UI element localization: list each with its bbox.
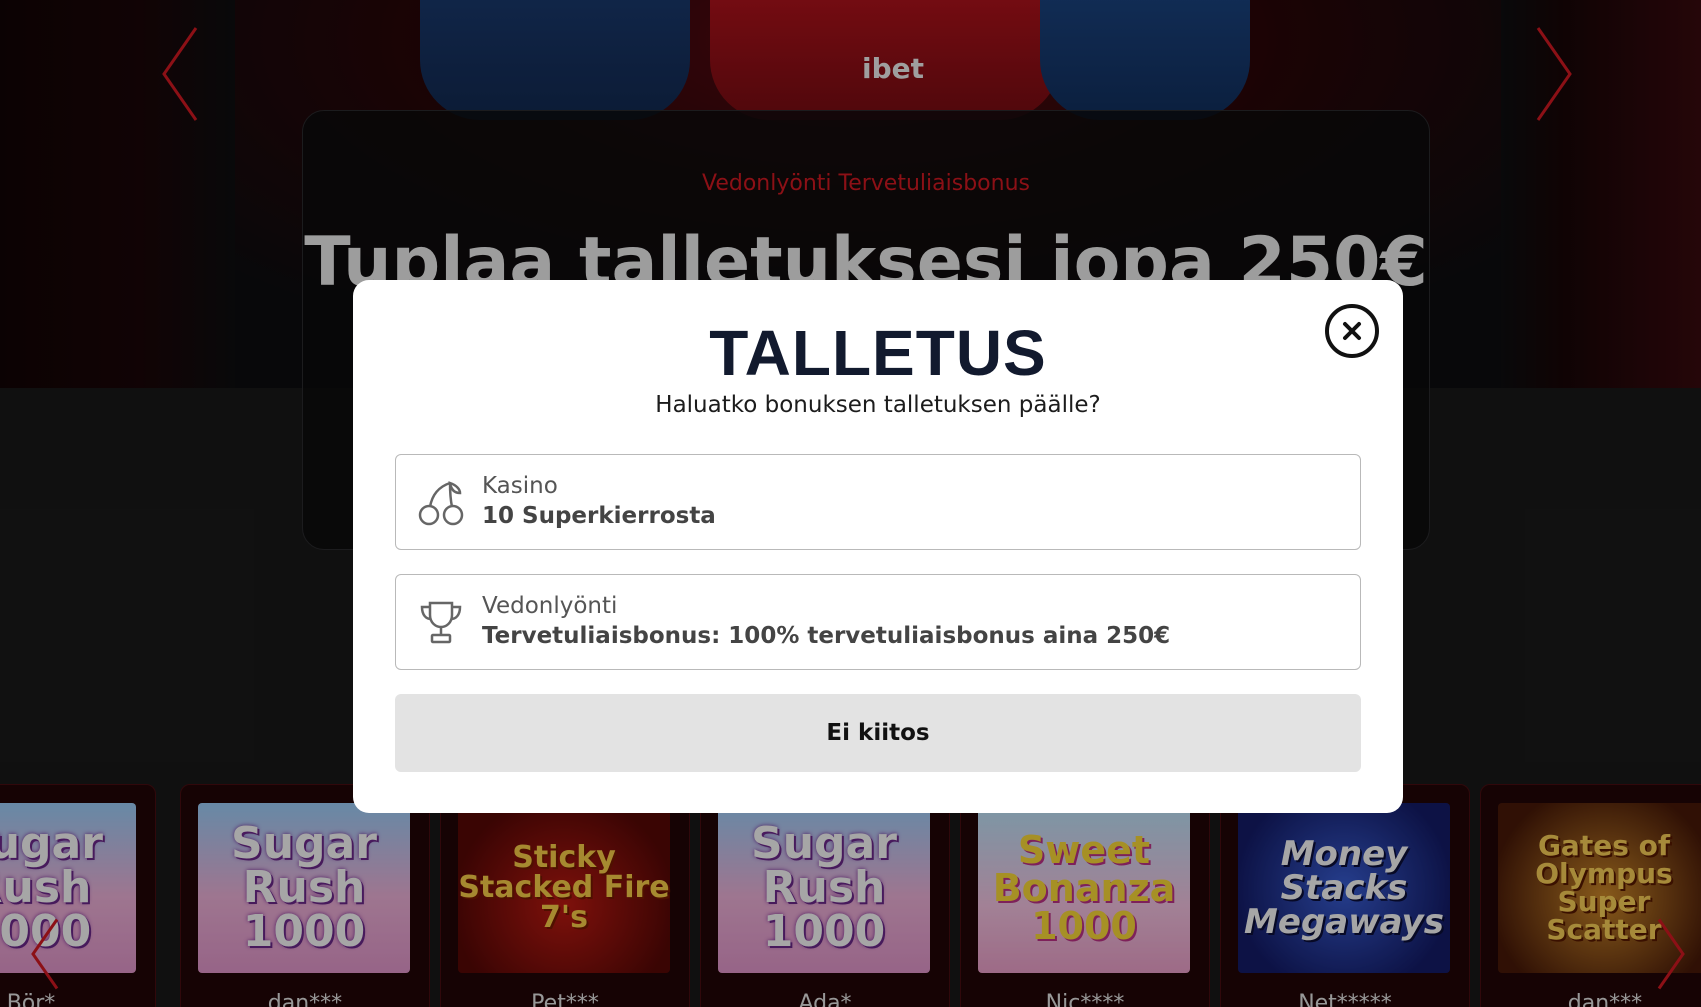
trophy-icon	[416, 597, 466, 647]
decline-button[interactable]: Ei kiitos	[395, 694, 1361, 772]
deposit-modal: TALLETUS Haluatko bonuksen talletuksen p…	[353, 280, 1403, 813]
bonus-option-sportsbook[interactable]: Vedonlyönti Tervetuliaisbonus: 100% terv…	[395, 574, 1361, 670]
close-icon	[1343, 322, 1361, 340]
option-value: 10 Superkierrosta	[482, 503, 716, 529]
cherries-icon	[416, 477, 466, 527]
option-label: Vedonlyönti	[482, 593, 618, 619]
option-label: Kasino	[482, 473, 558, 499]
bonus-option-casino[interactable]: Kasino 10 Superkierrosta	[395, 454, 1361, 550]
option-value: Tervetuliaisbonus: 100% tervetuliaisbonu…	[482, 623, 1171, 649]
page: ibet Vedonlyönti Tervetuliaisbonus Tupla…	[0, 0, 1701, 1007]
modal-subtitle: Haluatko bonuksen talletuksen päälle?	[655, 392, 1101, 418]
close-button[interactable]	[1325, 304, 1379, 358]
modal-title: TALLETUS	[709, 317, 1047, 389]
